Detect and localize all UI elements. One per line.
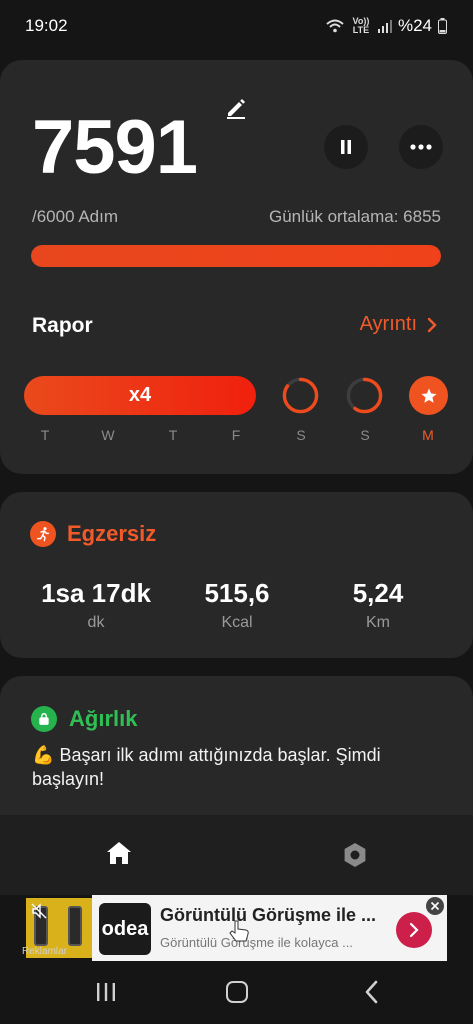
running-icon: [30, 521, 56, 547]
ad-title[interactable]: Görüntülü Görüşme ile ...: [160, 905, 390, 926]
ad-label: Reklamlar: [22, 946, 68, 957]
streak-pill[interactable]: x4: [24, 376, 256, 415]
pencil-icon: [227, 99, 245, 119]
back-icon[interactable]: [360, 979, 384, 1005]
flexed-biceps-icon: 💪: [32, 745, 55, 765]
steps-progress-fill: [31, 245, 441, 267]
home-icon: [107, 842, 131, 864]
exercise-duration-unit: dk: [87, 614, 105, 631]
nav-home-tab[interactable]: [104, 838, 134, 868]
steps-progress-bar: [31, 245, 441, 267]
system-home-button[interactable]: [226, 981, 248, 1003]
muted-speaker-icon[interactable]: [30, 902, 48, 920]
streak-label: x4: [128, 384, 152, 406]
bottom-navigation: [0, 815, 473, 895]
network-type-label: Vo)) LTE: [352, 16, 370, 35]
pause-icon: [341, 140, 351, 154]
day-label: W: [101, 427, 115, 443]
chevron-right-icon: [427, 317, 437, 332]
exercise-calories-value: 515,6: [204, 578, 270, 608]
exercise-duration-value: 1sa 17dk: [41, 578, 151, 608]
day-progress-ring-saturday[interactable]: [281, 376, 320, 415]
ad-close-button[interactable]: [426, 897, 444, 915]
day-label: S: [360, 427, 370, 443]
day-progress-ring-sunday[interactable]: [345, 376, 384, 415]
weight-title: Ağırlık: [69, 706, 138, 731]
day-label: F: [231, 427, 241, 443]
day-label-active: M: [422, 427, 434, 443]
signal-icon: [377, 19, 392, 33]
recent-apps-icon[interactable]: [94, 981, 118, 1003]
weight-icon: [31, 706, 57, 732]
day-today-star[interactable]: [409, 376, 448, 415]
wifi-icon: [326, 19, 344, 33]
exercise-title: Egzersiz: [67, 521, 157, 546]
nav-settings-tab[interactable]: [340, 840, 370, 870]
exercise-calories-unit: Kcal: [221, 614, 253, 631]
day-label: T: [40, 427, 50, 443]
exercise-card[interactable]: [0, 492, 473, 658]
star-icon: [421, 388, 436, 403]
day-label: T: [168, 427, 178, 443]
ad-logo[interactable]: odea: [99, 903, 151, 955]
weight-message: 💪 Başarı ilk adımı attığınızda başlar. Ş…: [32, 743, 412, 791]
report-details-link[interactable]: Ayrıntı: [360, 313, 437, 336]
report-title: Rapor: [32, 314, 93, 337]
status-time: 19:02: [25, 16, 68, 35]
status-bar: 19:02 Vo)) LTE %24: [0, 0, 473, 54]
edit-goal-button[interactable]: [222, 94, 250, 122]
pause-button[interactable]: [324, 125, 368, 169]
daily-average-text: Günlük ortalama: 6855: [269, 207, 441, 226]
kettlebell-glyph: [39, 713, 49, 725]
runner-glyph: [36, 527, 50, 542]
day-label: S: [296, 427, 306, 443]
battery-text: %24: [397, 16, 432, 35]
exercise-distance-unit: Km: [366, 614, 390, 631]
battery-icon: [438, 18, 447, 34]
close-icon: [430, 901, 440, 911]
weight-message-text: Başarı ilk adımı attığınızda başlar. Şim…: [32, 745, 381, 789]
steps-count: 7591: [32, 105, 198, 190]
more-options-button[interactable]: [399, 125, 443, 169]
report-details-label: Ayrıntı: [359, 313, 417, 335]
status-icons: Vo)) LTE %24: [326, 16, 447, 36]
ad-go-button[interactable]: [396, 912, 432, 948]
settings-hexagon-icon: [344, 843, 366, 867]
exercise-distance-value: 5,24: [352, 578, 404, 608]
chevron-right-icon: [409, 922, 419, 938]
ad-subtitle[interactable]: Görüntülü Görüşme ile kolayca ...: [160, 935, 390, 950]
more-dots-icon: [410, 144, 432, 150]
hand-pointer-icon: [229, 920, 249, 942]
step-goal-text: /6000 Adım: [32, 207, 119, 226]
